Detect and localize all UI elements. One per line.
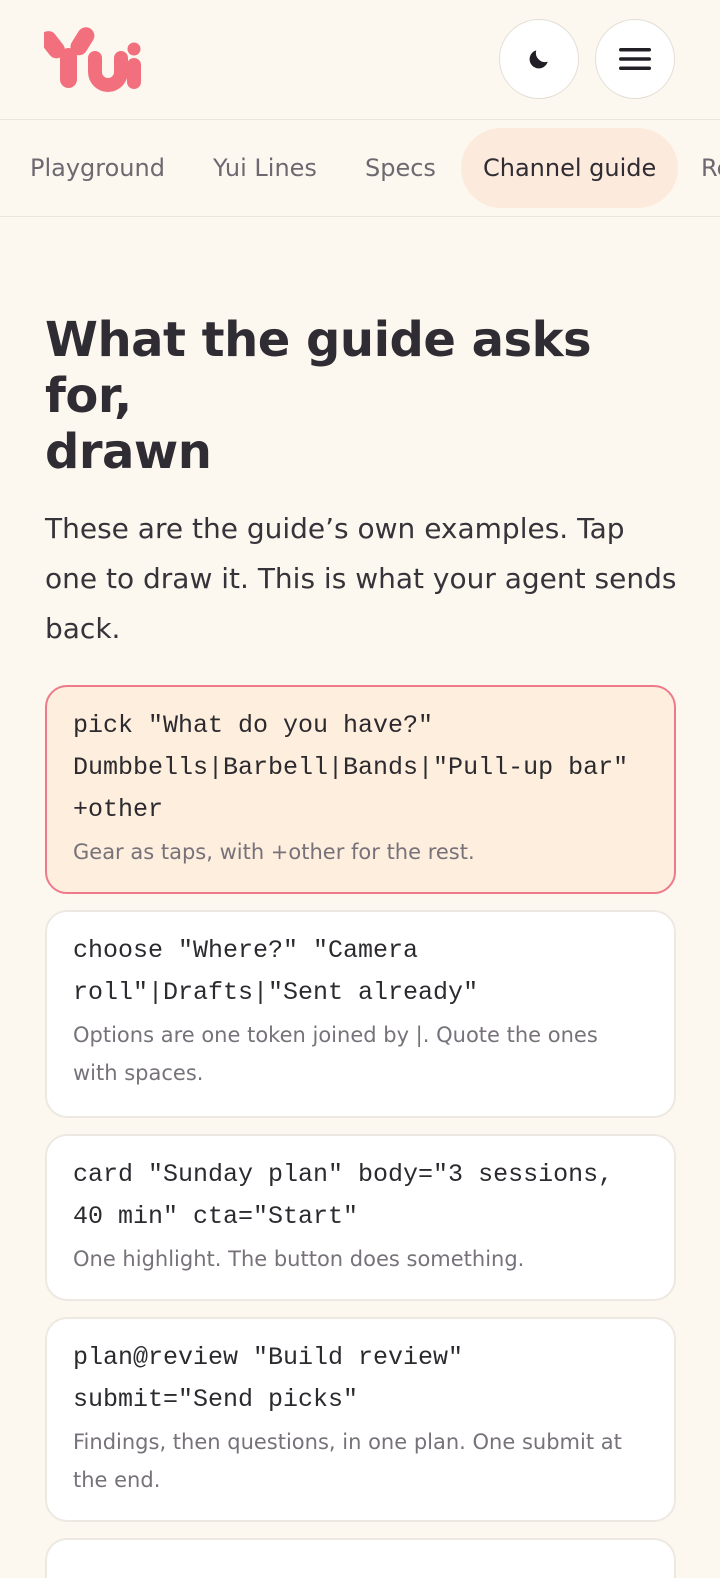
- example-description: Options are one token joined by |. Quote…: [73, 1023, 598, 1085]
- app-header: [0, 0, 720, 120]
- tab-specs[interactable]: Specs: [343, 128, 458, 208]
- intro-text: These are the guide’s own examples. Tap …: [45, 512, 677, 645]
- page-title-line-1: What the guide asks for,: [45, 312, 592, 424]
- example-card[interactable]: choose "Where?" "Camera roll"|Drafts|"Se…: [45, 910, 676, 1118]
- tab-overflow[interactable]: Re: [679, 128, 720, 208]
- example-card[interactable]: plan@review "Build review" submit="Send …: [45, 1317, 676, 1522]
- example-description: Gear as taps, with +other for the rest.: [73, 840, 475, 864]
- example-card-partial[interactable]: [45, 1538, 676, 1578]
- example-command: plan@review "Build review" submit="Send …: [73, 1343, 479, 1414]
- tab-yui-lines[interactable]: Yui Lines: [191, 128, 339, 208]
- example-command: card "Sunday plan" body="3 sessions, 40 …: [73, 1160, 629, 1231]
- moon-icon: [529, 50, 548, 69]
- page-title-line-2: drawn: [45, 424, 212, 480]
- example-card[interactable]: card "Sunday plan" body="3 sessions, 40 …: [45, 1134, 676, 1301]
- example-command: pick "What do you have?" Dumbbells|Barbe…: [73, 711, 644, 824]
- menu-button[interactable]: [595, 19, 675, 99]
- example-card[interactable]: pick "What do you have?" Dumbbells|Barbe…: [45, 685, 676, 894]
- tab-playground[interactable]: Playground: [8, 128, 187, 208]
- theme-toggle-button[interactable]: [499, 19, 579, 99]
- example-command: choose "Where?" "Camera roll"|Drafts|"Se…: [73, 936, 479, 1007]
- hamburger-icon: [619, 48, 651, 70]
- example-description: Findings, then questions, in one plan. O…: [73, 1430, 622, 1492]
- tab-channel-guide[interactable]: Channel guide: [461, 128, 679, 208]
- example-description: One highlight. The button does something…: [73, 1247, 525, 1271]
- section-tabs: Playground Yui Lines Specs Channel guide…: [0, 120, 720, 217]
- page-title: What the guide asks for, drawn: [45, 312, 676, 480]
- yui-logo[interactable]: [44, 26, 144, 92]
